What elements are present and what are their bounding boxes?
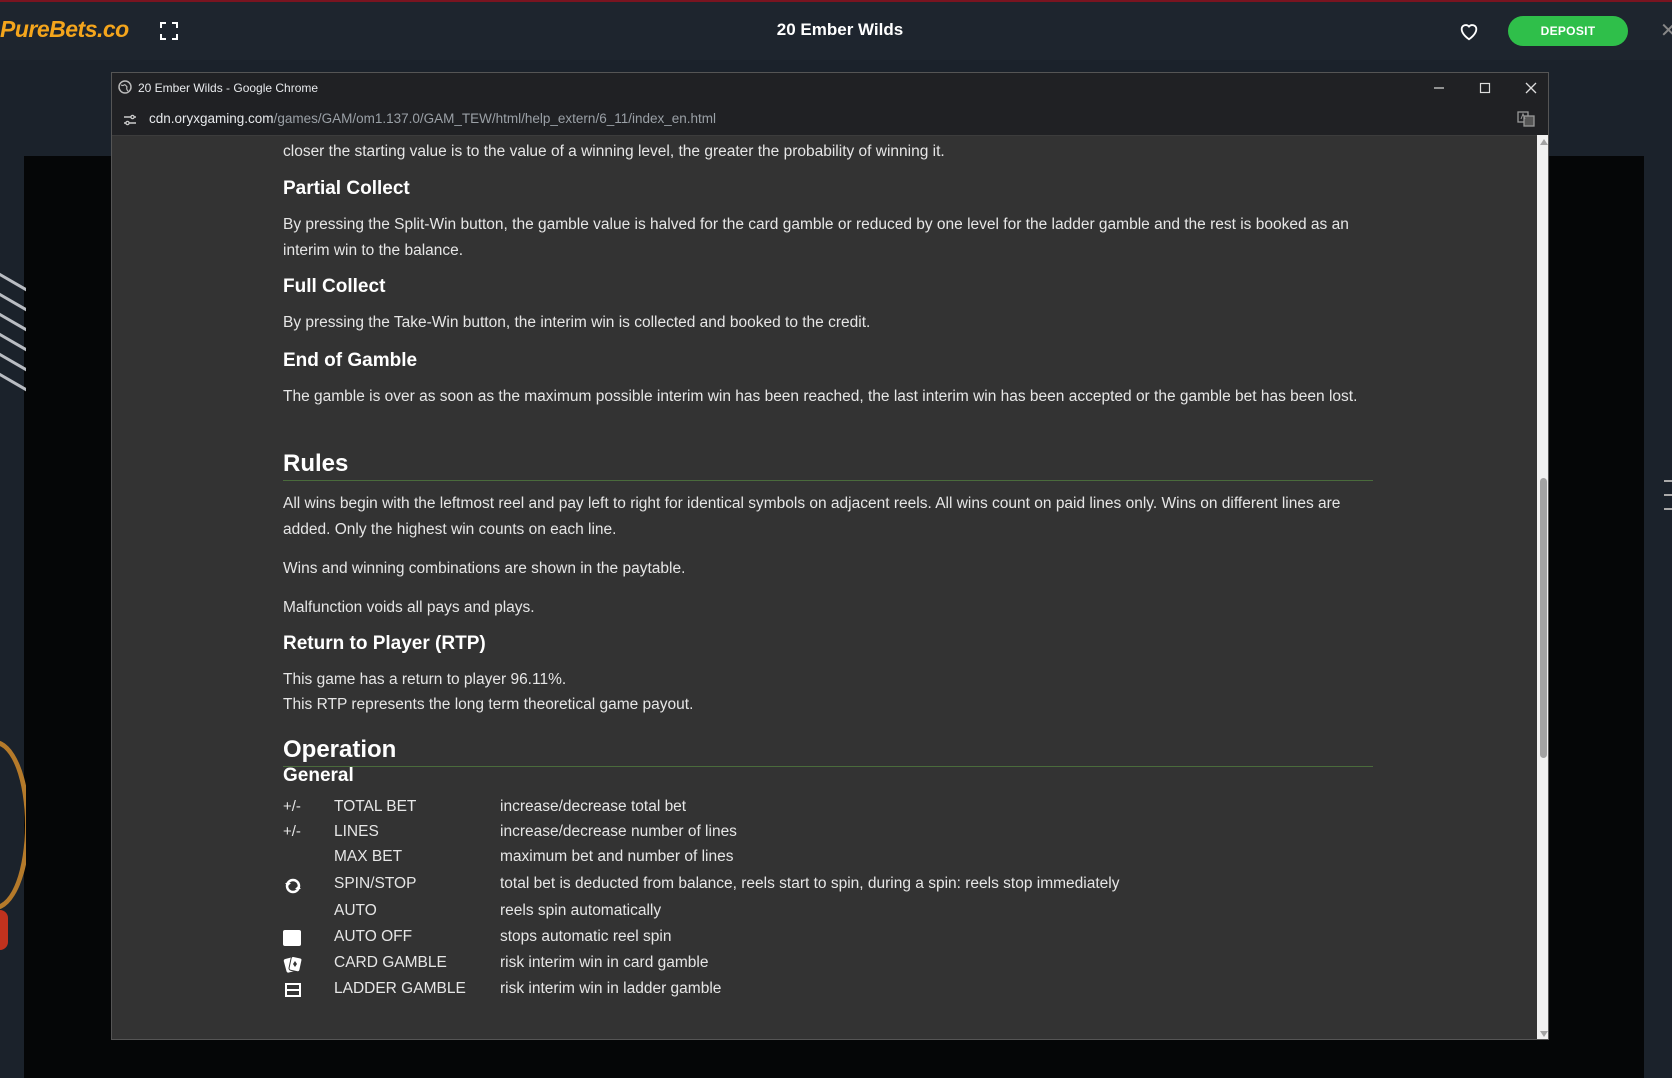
window-titlebar: 20 Ember Wilds - Google Chrome [112, 73, 1548, 103]
stop-square-icon [283, 930, 313, 950]
end-of-gamble-text: The gamble is over as soon as the maximu… [283, 388, 1358, 405]
translate-icon[interactable] [1517, 110, 1535, 128]
general-heading: General [283, 765, 354, 786]
operation-heading: Operation [283, 736, 1373, 767]
operation-desc: reels spin automatically [500, 902, 662, 919]
spin-icon [285, 878, 301, 894]
scroll-up-arrow-icon[interactable] [1540, 139, 1548, 145]
operation-row: AUTO OFF stops automatic reel spin [283, 926, 1373, 952]
operation-name: SPIN/STOP [334, 875, 417, 892]
rules-text-3: Malfunction voids all pays and plays. [283, 599, 535, 616]
plus-minus-symbol: +/- [283, 823, 301, 840]
site-header: PureBets.co 20 Ember Wilds DEPOSIT ✕ [0, 0, 1672, 60]
minimize-icon[interactable] [1427, 77, 1451, 99]
operation-name: LADDER GAMBLE [334, 980, 466, 997]
partial-collect-heading: Partial Collect [283, 178, 410, 199]
deposit-button[interactable]: DEPOSIT [1508, 16, 1628, 46]
plus-minus-symbol: +/- [283, 798, 301, 815]
operation-name: LINES [334, 823, 379, 840]
operation-desc: maximum bet and number of lines [500, 848, 734, 865]
operation-row: AUTO reels spin automatically [283, 900, 1373, 926]
maximize-icon[interactable] [1473, 77, 1497, 99]
game-artwork [0, 260, 26, 980]
game-title: 20 Ember Wilds [776, 20, 904, 39]
vertical-scrollbar[interactable] [1537, 135, 1548, 1039]
operation-row: SPIN/STOP total bet is deducted from bal… [283, 873, 1373, 899]
close-icon[interactable]: ✕ [1660, 18, 1672, 43]
card-gamble-icon [283, 955, 303, 973]
operation-row: CARD GAMBLE risk interim win in card gam… [283, 952, 1373, 978]
operation-desc: risk interim win in card gamble [500, 954, 709, 971]
operation-name: MAX BET [334, 848, 403, 865]
chrome-popup-window: 20 Ember Wilds - Google Chrome cdn.oryxg… [111, 72, 1549, 1040]
operation-desc: increase/decrease total bet [500, 798, 687, 815]
globe-icon [118, 80, 132, 94]
rtp-heading: Return to Player (RTP) [283, 633, 486, 654]
operation-desc: increase/decrease number of lines [500, 823, 737, 840]
operation-row: +/- TOTAL BET increase/decrease total be… [283, 796, 1373, 822]
operation-name: CARD GAMBLE [334, 954, 447, 971]
operation-row: LADDER GAMBLE risk interim win in ladder… [283, 978, 1373, 1004]
rtp-line-2: This RTP represents the long term theore… [283, 696, 694, 713]
end-of-gamble-heading: End of Gamble [283, 350, 418, 371]
address-bar[interactable]: cdn.oryxgaming.com/games/GAM/om1.137.0/G… [112, 103, 1548, 136]
operation-name: AUTO [334, 902, 377, 919]
operation-desc: stops automatic reel spin [500, 928, 672, 945]
operation-row: +/- LINES increase/decrease number of li… [283, 821, 1373, 847]
rtp-line-1: This game has a return to player 96.11%. [283, 671, 567, 688]
operation-row: MAX BET maximum bet and number of lines [283, 846, 1373, 872]
operation-name: AUTO OFF [334, 928, 413, 945]
operation-desc: total bet is deducted from balance, reel… [500, 875, 1120, 892]
operation-desc: risk interim win in ladder gamble [500, 980, 722, 997]
full-collect-text: By pressing the Take-Win button, the int… [283, 314, 871, 331]
heart-icon[interactable] [1458, 20, 1480, 42]
url-text[interactable]: cdn.oryxgaming.com/games/GAM/om1.137.0/G… [149, 111, 716, 126]
ladder-gamble-icon [285, 983, 301, 997]
intro-tail-text: closer the starting value is to the valu… [283, 143, 945, 160]
scroll-down-arrow-icon[interactable] [1540, 1031, 1548, 1037]
rules-text-1: All wins begin with the leftmost reel an… [283, 495, 1341, 538]
help-content: closer the starting value is to the valu… [112, 135, 1537, 1039]
operation-name: TOTAL BET [334, 798, 417, 815]
close-window-icon[interactable] [1519, 77, 1543, 99]
full-collect-heading: Full Collect [283, 276, 386, 297]
rules-heading: Rules [283, 450, 1373, 481]
scrollbar-thumb[interactable] [1540, 478, 1547, 758]
partial-collect-text: By pressing the Split-Win button, the ga… [283, 216, 1349, 259]
site-info-icon[interactable] [122, 112, 138, 128]
rules-text-2: Wins and winning combinations are shown … [283, 560, 686, 577]
window-title: 20 Ember Wilds - Google Chrome [138, 81, 319, 95]
game-artwork-right [1664, 480, 1672, 540]
